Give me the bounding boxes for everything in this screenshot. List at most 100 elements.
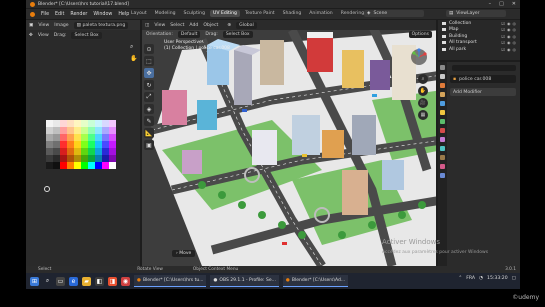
properties-tab-icon[interactable] — [440, 83, 445, 88]
visibility-controls[interactable]: ☑ ◉ ◎ — [501, 34, 516, 39]
checkbox-icon: ☑ — [501, 46, 505, 52]
properties-tab-icon[interactable] — [440, 65, 445, 70]
viewport-tool-header: Orientation: Default Drag: Select Box Op… — [142, 30, 436, 39]
vp-menu-add[interactable]: Add — [189, 23, 198, 28]
camera-view-icon[interactable]: 🎥 — [418, 98, 428, 108]
chevron-up-icon[interactable]: ⌃ — [458, 276, 462, 281]
properties-tab-icon[interactable] — [440, 146, 445, 151]
image-name-field[interactable]: ▨ paleta textura.png — [73, 21, 129, 29]
file-explorer-icon[interactable]: ▰ — [82, 276, 91, 286]
zoom-icon[interactable]: ⌕ — [130, 44, 136, 50]
office-icon[interactable]: ◨ — [108, 276, 117, 286]
menu-edit[interactable]: Edit — [55, 12, 64, 17]
tab-sculpting[interactable]: Sculpting — [181, 10, 208, 17]
store-icon[interactable]: ◧ — [95, 276, 104, 286]
view-layer-selector[interactable]: ▤ ViewLayer — [446, 10, 506, 17]
properties-tab-icon[interactable] — [440, 137, 445, 142]
palette-swatch — [88, 148, 95, 155]
palette-swatch — [109, 134, 116, 141]
tab-layout[interactable]: Layout — [128, 10, 150, 17]
scene-selector[interactable]: ◈ Scene — [364, 10, 424, 17]
zoom-view-icon[interactable]: ⌕ — [418, 74, 428, 84]
blender-menu-icon[interactable] — [30, 11, 35, 17]
properties-tab-icon[interactable] — [440, 110, 445, 115]
tab-animation[interactable]: Animation — [306, 10, 335, 17]
tool-rotate-icon[interactable]: ↻ — [144, 80, 154, 90]
properties-search-input[interactable] — [452, 65, 516, 71]
search-icon[interactable]: ⌕ — [43, 277, 52, 286]
properties-tab-icon[interactable] — [440, 74, 445, 79]
properties-tab-icon[interactable] — [440, 92, 445, 97]
minimize-button[interactable]: – — [489, 1, 492, 7]
ie-menu-view[interactable]: View — [38, 23, 49, 28]
tab-modeling[interactable]: Modeling — [152, 10, 179, 17]
ie-menu-image[interactable]: Image — [54, 23, 68, 28]
viewport-editor-type-icon[interactable]: ◫ — [145, 23, 149, 28]
tool-move-icon[interactable]: ✥ — [144, 68, 154, 78]
properties-tab-icon[interactable] — [440, 164, 445, 169]
close-button[interactable]: ✕ — [512, 1, 516, 7]
visibility-controls[interactable]: ☑ ◉ ◎ — [501, 21, 516, 26]
edge-icon[interactable]: e — [69, 276, 78, 286]
last-operator-panel[interactable]: › Move — [172, 250, 196, 257]
add-modifier-button[interactable]: Add Modifier — [450, 88, 516, 96]
properties-tab-icon[interactable] — [440, 119, 445, 124]
chrome-icon[interactable]: ◉ — [121, 276, 130, 286]
language-indicator[interactable]: FRA — [466, 276, 475, 281]
taskbar-app-blender-2[interactable]: ● Blender* [C:\Users\Ad... — [282, 275, 349, 287]
pan-view-icon[interactable]: ✋ — [418, 86, 428, 96]
vp-orientation-dropdown[interactable]: Default — [177, 31, 201, 38]
palette-swatch — [102, 162, 109, 169]
visibility-controls[interactable]: ☑ ◉ ◎ — [501, 47, 516, 52]
taskbar-app-obs[interactable]: ● OBS 29.1.1 - Profile: Se... — [210, 275, 279, 287]
outliner-row[interactable]: All park ☑ ◉ ◎ — [438, 46, 520, 53]
menu-render[interactable]: Render — [70, 12, 87, 17]
tool-annotate-icon[interactable]: ✎ — [144, 116, 154, 126]
transform-orientation-icon[interactable]: ⊕ — [227, 23, 231, 28]
tab-uv-editing[interactable]: UV Editing — [209, 10, 240, 17]
maximize-button[interactable]: □ — [499, 1, 504, 7]
ie-move-icon[interactable]: ✥ — [29, 33, 33, 38]
editor-type-icon[interactable]: ▣ — [29, 23, 33, 28]
outliner-row-label: All transport — [449, 40, 477, 46]
tool-add-cube-icon[interactable]: ▣ — [144, 140, 154, 150]
vp-menu-select[interactable]: Select — [170, 23, 184, 28]
tool-transform-icon[interactable]: ◈ — [144, 104, 154, 114]
notification-icon[interactable]: ▢ — [512, 276, 516, 281]
3d-viewport[interactable]: ◫ View Select Add Object ⊕ Global Orient… — [142, 20, 436, 266]
visibility-controls[interactable]: ☑ ◉ ◎ — [501, 27, 516, 32]
palette-swatch — [67, 162, 74, 169]
network-icon[interactable]: ◔ — [479, 276, 483, 281]
transform-global-dropdown[interactable]: Global — [236, 21, 257, 29]
task-view-icon[interactable]: ▭ — [56, 276, 65, 286]
menu-window[interactable]: Window — [93, 12, 112, 17]
tool-cursor-icon[interactable]: ⊙ — [144, 44, 154, 54]
tab-texture-paint[interactable]: Texture Paint — [242, 10, 278, 17]
options-dropdown[interactable]: Options — [408, 31, 432, 38]
status-rotate-view: Rotate View — [137, 267, 163, 272]
properties-tab-icon[interactable] — [440, 101, 445, 106]
taskbar-app-blender-1[interactable]: ● Blender* [C:\Users\hrs tu... — [134, 275, 207, 287]
properties-tab-icon[interactable] — [440, 173, 445, 178]
menu-file[interactable]: File — [41, 12, 49, 17]
object-name-field[interactable]: ▪ police car.008 — [450, 75, 516, 83]
hand-icon[interactable]: ✋ — [130, 56, 137, 62]
ie-select-box-dropdown[interactable]: Select Box — [71, 31, 102, 39]
tool-scale-icon[interactable]: ⤢ — [144, 92, 154, 102]
visibility-controls[interactable]: ☑ ◉ ◎ — [501, 40, 516, 45]
vp-orientation-label: Orientation: — [146, 32, 173, 37]
vp-select-box-dropdown[interactable]: Select Box — [222, 31, 253, 38]
tab-rendering[interactable]: Rendering — [338, 10, 367, 17]
start-icon[interactable]: ⊞ — [30, 276, 39, 286]
navigation-gizmo[interactable] — [410, 48, 428, 66]
tab-shading[interactable]: Shading — [280, 10, 305, 17]
tool-measure-icon[interactable]: 📐 — [144, 128, 154, 138]
uv-cursor-icon[interactable] — [44, 186, 50, 192]
vp-menu-object[interactable]: Object — [203, 23, 218, 28]
perspective-toggle-icon[interactable]: ▦ — [418, 110, 428, 120]
clock[interactable]: 15:33:20 — [487, 276, 508, 281]
vp-menu-view[interactable]: View — [154, 23, 165, 28]
tool-select-icon[interactable]: ⬚ — [144, 56, 154, 66]
properties-tab-icon[interactable] — [440, 155, 445, 160]
properties-tab-icon[interactable] — [440, 128, 445, 133]
